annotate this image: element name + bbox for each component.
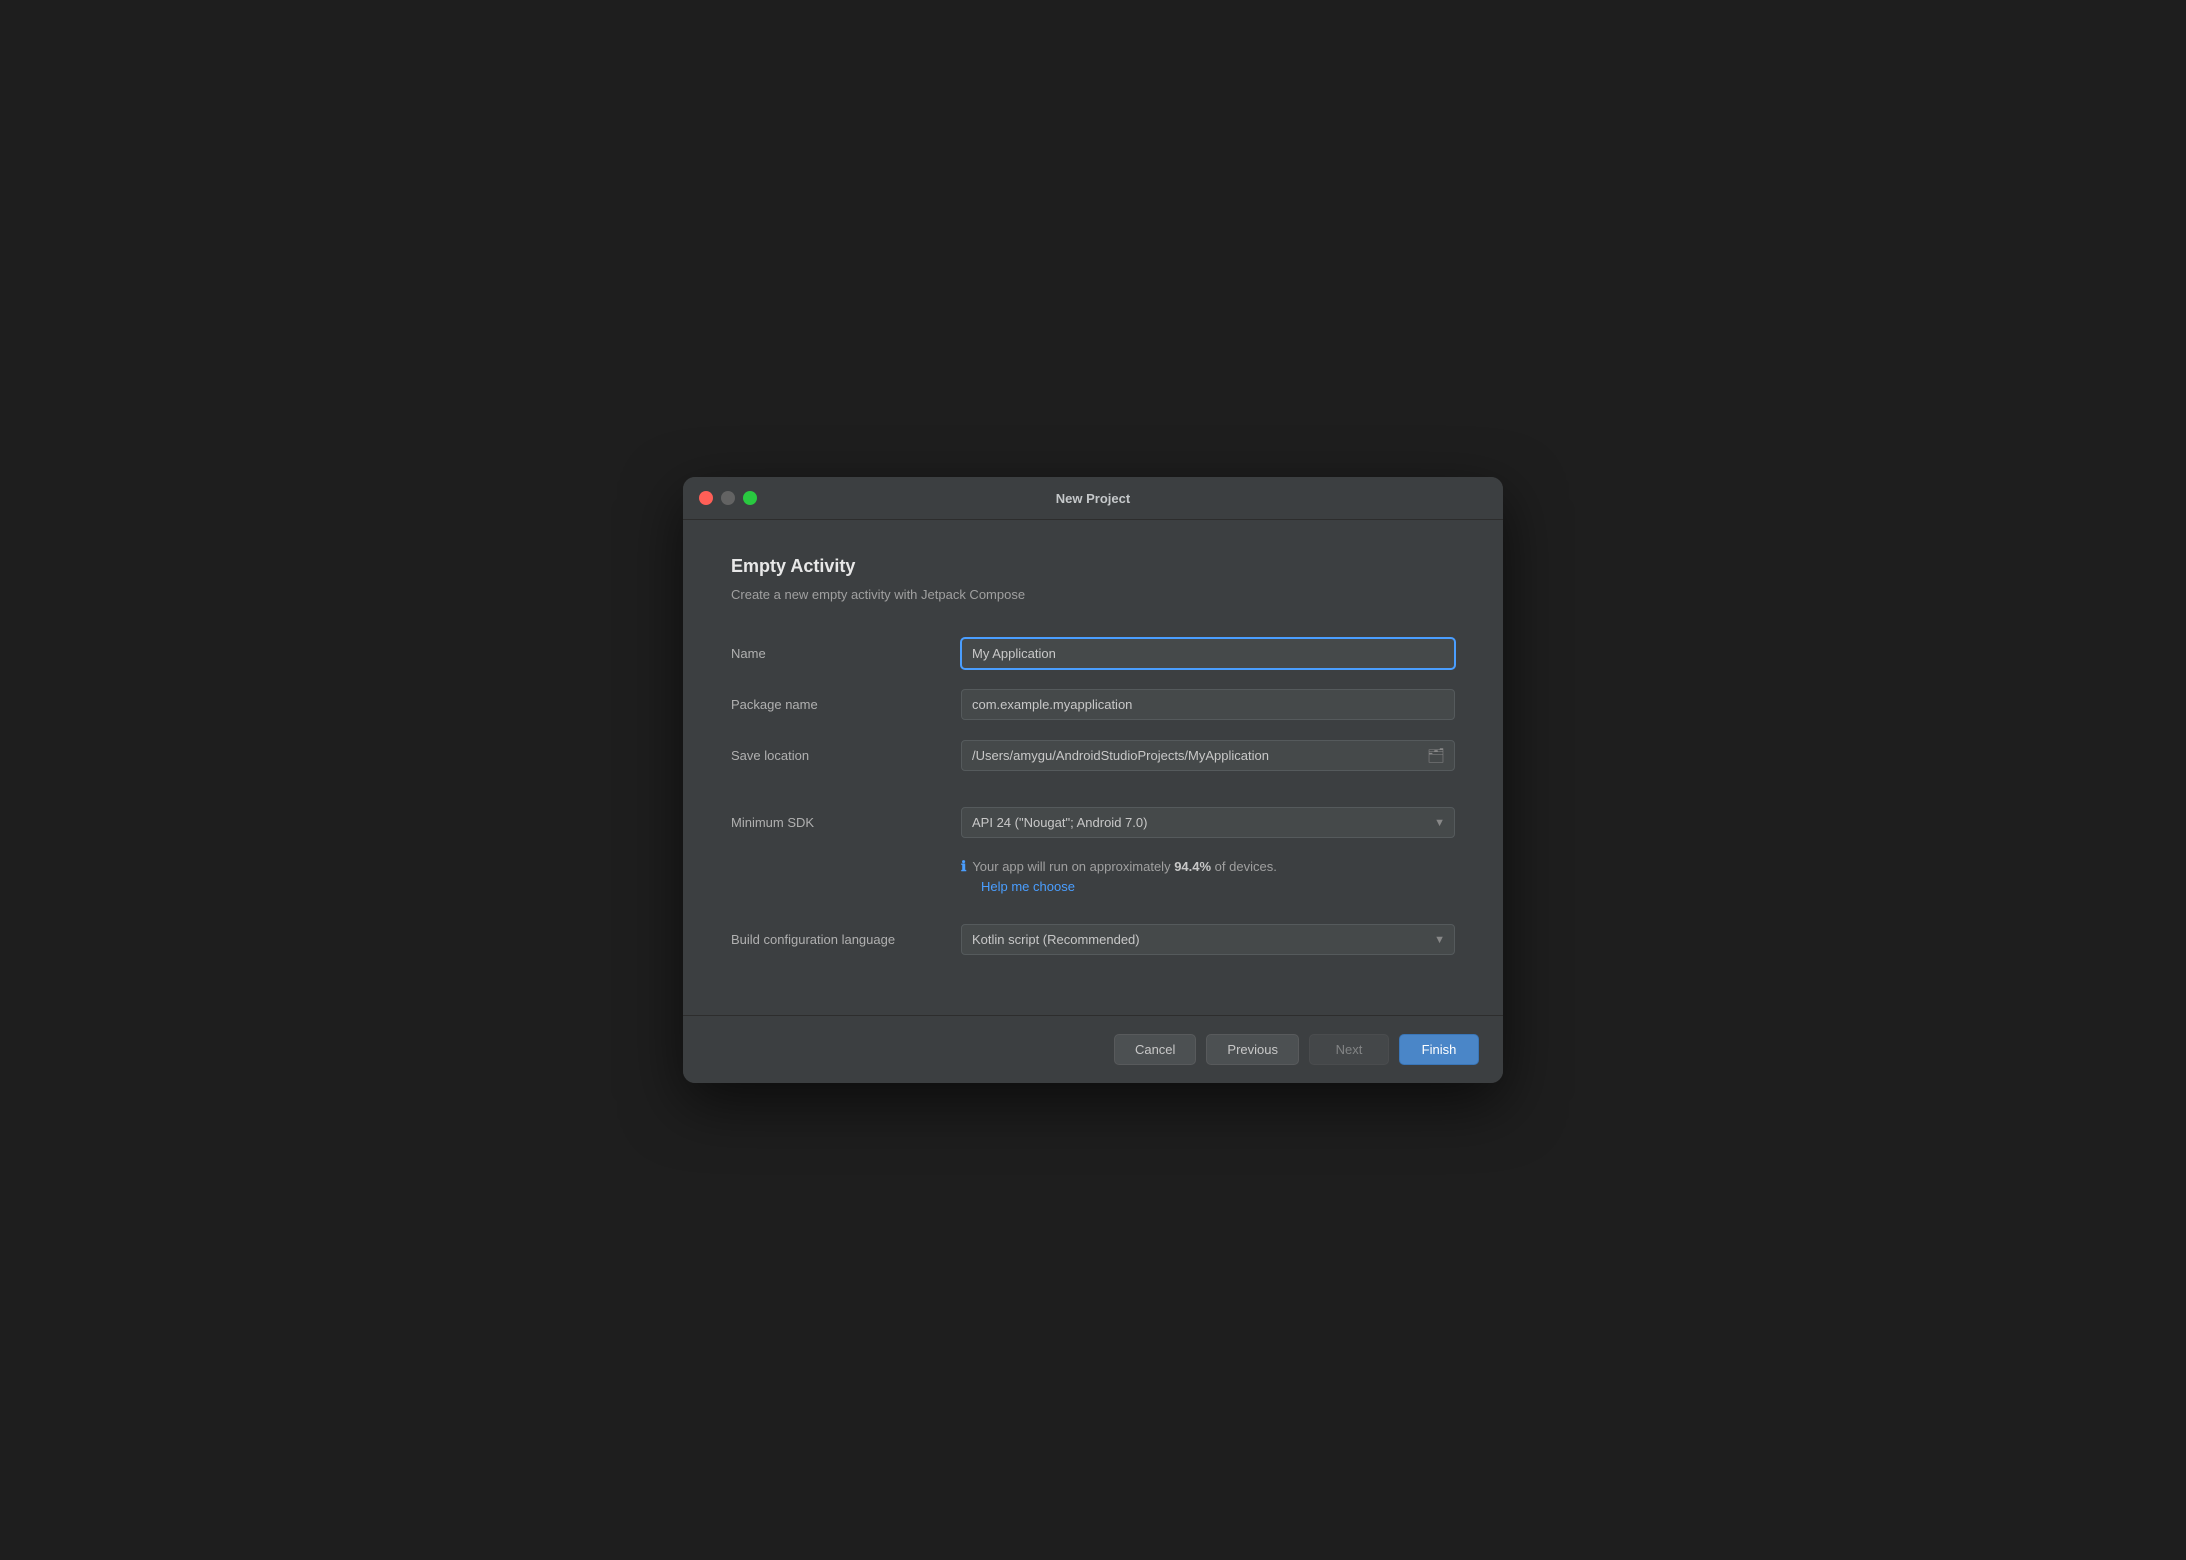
package-name-input[interactable]	[961, 689, 1455, 720]
package-name-label: Package name	[731, 697, 961, 712]
section-subtitle: Create a new empty activity with Jetpack…	[731, 587, 1455, 602]
save-location-input[interactable]	[961, 740, 1455, 771]
close-button[interactable]	[699, 491, 713, 505]
help-me-choose-link[interactable]: Help me choose	[961, 879, 1455, 894]
folder-icon: 🗂	[1427, 747, 1445, 764]
finish-button[interactable]: Finish	[1399, 1034, 1479, 1065]
build-config-row: Build configuration language Kotlin scri…	[731, 924, 1455, 955]
name-label: Name	[731, 646, 961, 661]
save-location-input-wrapper: 🗂	[961, 740, 1455, 771]
footer: Cancel Previous Next Finish	[683, 1015, 1503, 1083]
sdk-coverage-percent: 94.4%	[1174, 859, 1211, 874]
cancel-button[interactable]: Cancel	[1114, 1034, 1196, 1065]
build-config-select-wrapper: Kotlin script (Recommended) Groovy DSL ▼	[961, 924, 1455, 955]
name-input[interactable]	[961, 638, 1455, 669]
sdk-coverage-suffix: of devices.	[1211, 859, 1277, 874]
sdk-coverage-text: Your app will run on approximately 94.4%…	[972, 859, 1277, 874]
window-title: New Project	[1056, 491, 1130, 506]
next-button[interactable]: Next	[1309, 1034, 1389, 1065]
info-icon: ℹ	[961, 858, 966, 875]
package-name-row: Package name	[731, 689, 1455, 720]
browse-folder-button[interactable]: 🗂	[1423, 745, 1449, 766]
name-row: Name	[731, 638, 1455, 669]
sdk-coverage-prefix: Your app will run on approximately	[972, 859, 1174, 874]
minimum-sdk-row: Minimum SDK API 24 ("Nougat"; Android 7.…	[731, 807, 1455, 838]
minimum-sdk-select-wrapper: API 24 ("Nougat"; Android 7.0) API 21 ("…	[961, 807, 1455, 838]
save-location-row: Save location 🗂	[731, 740, 1455, 771]
previous-button[interactable]: Previous	[1206, 1034, 1299, 1065]
new-project-window: New Project Empty Activity Create a new …	[683, 477, 1503, 1083]
sdk-info-row: ℹ Your app will run on approximately 94.…	[731, 858, 1455, 894]
build-config-label: Build configuration language	[731, 932, 961, 947]
sdk-info-text: ℹ Your app will run on approximately 94.…	[961, 858, 1455, 875]
section-title: Empty Activity	[731, 556, 1455, 577]
maximize-button[interactable]	[743, 491, 757, 505]
title-bar: New Project	[683, 477, 1503, 520]
save-location-label: Save location	[731, 748, 961, 763]
minimum-sdk-select[interactable]: API 24 ("Nougat"; Android 7.0) API 21 ("…	[961, 807, 1455, 838]
minimize-button[interactable]	[721, 491, 735, 505]
traffic-lights	[699, 491, 757, 505]
minimum-sdk-label: Minimum SDK	[731, 815, 961, 830]
form-content: Empty Activity Create a new empty activi…	[683, 520, 1503, 975]
build-config-select[interactable]: Kotlin script (Recommended) Groovy DSL	[961, 924, 1455, 955]
